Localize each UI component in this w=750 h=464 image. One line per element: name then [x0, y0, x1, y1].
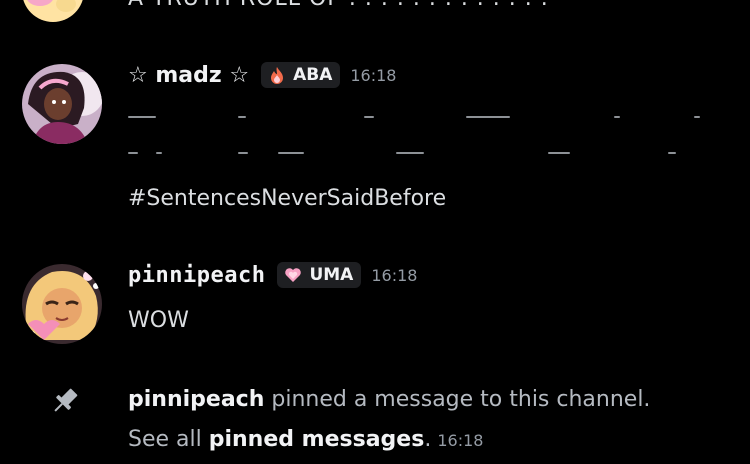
obscured-text-line-1 — [128, 110, 728, 124]
timestamp[interactable]: 16:18 — [371, 266, 417, 285]
madz-avatar[interactable] — [22, 64, 102, 144]
timestamp[interactable]: 16:18 — [350, 66, 396, 85]
server-tag-uma[interactable]: UMA — [277, 262, 362, 288]
pinned-messages-link[interactable]: pinned messages — [209, 427, 425, 452]
message-header-madz: ☆ madz ☆ ABA 16:18 — [128, 62, 396, 88]
system-pin-message: pinnipeach pinned a message to this chan… — [128, 380, 688, 461]
heart-icon — [283, 265, 303, 285]
obscured-text-line-2 — [128, 146, 728, 160]
previous-message-text: A TRUTH ROLL OF . . . . . . . . . . . . … — [128, 0, 549, 11]
message-header-pinnipeach: pinnipeach UMA 16:18 — [128, 262, 417, 288]
fire-icon — [267, 65, 287, 85]
pinnipeach-avatar[interactable] — [22, 264, 102, 344]
system-text-end: . — [424, 427, 432, 452]
server-tag-label: ABA — [293, 65, 333, 85]
server-tag-label: UMA — [309, 265, 354, 285]
server-tag-aba[interactable]: ABA — [261, 62, 341, 88]
pin-icon — [48, 384, 82, 418]
previous-avatar[interactable] — [22, 0, 84, 22]
username-pinnipeach[interactable]: pinnipeach — [128, 263, 265, 288]
message-text: WOW — [128, 308, 189, 333]
username-madz[interactable]: ☆ madz ☆ — [128, 63, 249, 88]
system-actor[interactable]: pinnipeach — [128, 387, 264, 412]
message-text-hashtag: #SentencesNeverSaidBefore — [128, 186, 447, 211]
timestamp[interactable]: 16:18 — [437, 431, 483, 450]
